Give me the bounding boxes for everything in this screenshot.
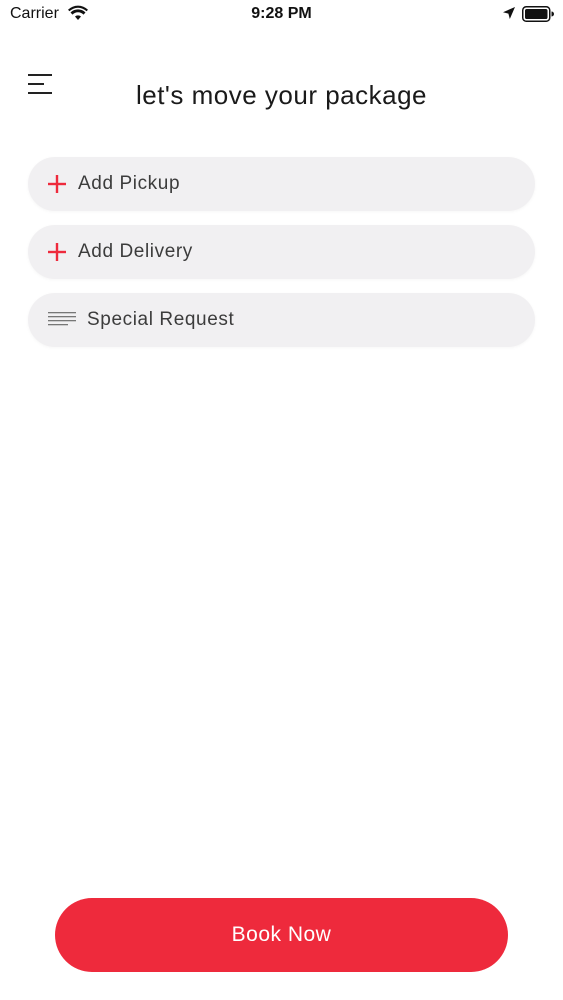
battery-icon <box>522 6 554 22</box>
add-pickup-label: Add Pickup <box>78 173 181 194</box>
location-arrow-icon <box>503 7 515 19</box>
special-request-field[interactable]: Special Request <box>28 293 535 347</box>
text-lines-icon <box>48 312 76 326</box>
plus-icon <box>48 243 66 261</box>
add-pickup-field[interactable]: Add Pickup <box>28 157 535 211</box>
book-now-button[interactable]: Book Now <box>55 898 508 972</box>
page-title: let's move your package <box>135 80 428 110</box>
status-time: 9:28 PM <box>251 5 312 22</box>
status-bar: Carrier 9:28 PM <box>0 0 563 30</box>
plus-icon <box>48 175 66 193</box>
add-delivery-label: Add Delivery <box>78 241 193 262</box>
add-delivery-field[interactable]: Add Delivery <box>28 225 535 279</box>
special-request-label: Special Request <box>87 309 235 330</box>
